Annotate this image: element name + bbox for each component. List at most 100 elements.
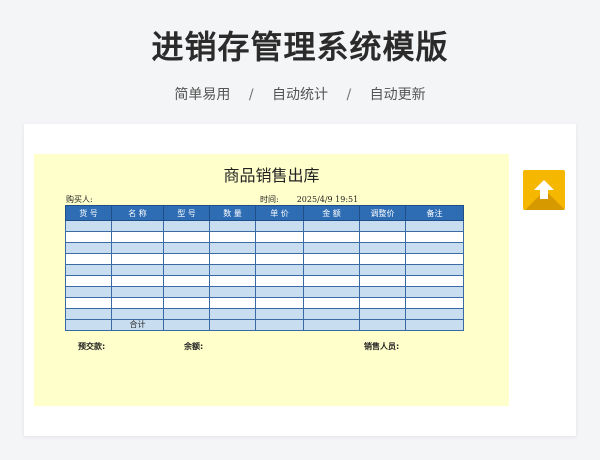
upload-button[interactable] <box>523 170 565 210</box>
table-body: 合计 <box>65 220 464 331</box>
table-cell <box>359 231 406 243</box>
table-cell <box>111 253 164 265</box>
table-row <box>65 286 464 298</box>
table-row <box>65 220 464 232</box>
col-amount: 金 额 <box>303 205 360 221</box>
table-cell <box>65 297 112 309</box>
table-cell <box>209 297 256 309</box>
table-cell <box>303 231 360 243</box>
table-cell <box>65 308 112 320</box>
table-cell <box>163 220 210 232</box>
table-header-row: 货 号 名 称 型 号 数 量 单 价 金 额 调整价 备注 <box>65 205 464 221</box>
table-cell <box>303 286 360 298</box>
sales-table: 货 号 名 称 型 号 数 量 单 价 金 额 调整价 备注 合计 <box>65 205 464 331</box>
time-field: 时间: 2025/4/9 19:51 <box>260 194 358 205</box>
spreadsheet-preview: 商品销售出库 购买人: 时间: 2025/4/9 19:51 货 号 名 称 型 … <box>34 154 509 406</box>
table-cell <box>209 275 256 287</box>
table-cell <box>163 242 210 254</box>
table-cell <box>303 297 360 309</box>
table-cell <box>303 308 360 320</box>
table-cell <box>209 308 256 320</box>
table-cell <box>405 242 464 254</box>
table-cell <box>405 308 464 320</box>
table-row <box>65 264 464 276</box>
feature-auto-update: 自动更新 <box>369 87 426 103</box>
table-cell <box>405 275 464 287</box>
table-cell <box>111 231 164 243</box>
table-cell <box>303 220 360 232</box>
table-cell <box>163 275 210 287</box>
col-name: 名 称 <box>111 205 164 221</box>
table-cell <box>359 308 406 320</box>
table-cell <box>359 253 406 265</box>
upload-arrow-icon <box>534 180 554 199</box>
col-quantity: 数 量 <box>209 205 256 221</box>
table-cell <box>405 220 464 232</box>
table-cell <box>359 242 406 254</box>
table-row <box>65 242 464 254</box>
table-cell <box>163 319 210 331</box>
total-label: 合计 <box>111 319 164 331</box>
table-cell <box>255 264 304 276</box>
table-cell <box>65 253 112 265</box>
table-cell <box>405 297 464 309</box>
time-value: 2025/4/9 19:51 <box>296 195 359 204</box>
table-cell <box>255 319 304 331</box>
table-cell <box>65 264 112 276</box>
table-row <box>65 253 464 265</box>
table-cell <box>65 220 112 232</box>
table-cell <box>255 231 304 243</box>
total-row: 合计 <box>65 319 464 331</box>
table-cell <box>359 220 406 232</box>
table-cell <box>255 220 304 232</box>
table-cell <box>209 231 256 243</box>
col-unit-price: 单 价 <box>255 205 304 221</box>
col-item-no: 货 号 <box>65 205 112 221</box>
table-cell <box>209 286 256 298</box>
table-cell <box>65 231 112 243</box>
table-cell <box>65 286 112 298</box>
feature-separator: / <box>346 87 352 103</box>
table-row <box>65 231 464 243</box>
feature-list: 简单易用 / 自动统计 / 自动更新 <box>0 84 600 104</box>
table-cell <box>255 242 304 254</box>
feature-auto-stats: 自动统计 <box>272 87 328 103</box>
deposit-label: 预交款: <box>78 342 106 351</box>
table-cell <box>111 264 164 276</box>
sheet-title: 商品销售出库 <box>223 166 320 185</box>
table-cell <box>65 319 112 331</box>
table-cell <box>303 319 360 331</box>
table-cell <box>209 220 256 232</box>
table-cell <box>255 286 304 298</box>
table-cell <box>359 286 406 298</box>
table-cell <box>209 319 256 331</box>
table-cell <box>163 253 210 265</box>
table-cell <box>303 275 360 287</box>
table-cell <box>255 308 304 320</box>
table-cell <box>65 242 112 254</box>
table-cell <box>163 308 210 320</box>
col-adjusted-price: 调整价 <box>359 205 406 221</box>
col-remarks: 备注 <box>405 205 464 221</box>
table-cell <box>163 286 210 298</box>
table-cell <box>209 242 256 254</box>
table-cell <box>303 253 360 265</box>
table-cell <box>303 264 360 276</box>
table-cell <box>359 264 406 276</box>
table-cell <box>65 275 112 287</box>
table-cell <box>111 297 164 309</box>
table-cell <box>163 297 210 309</box>
table-cell <box>111 286 164 298</box>
table-row <box>65 297 464 309</box>
table-cell <box>303 242 360 254</box>
table-cell <box>255 253 304 265</box>
table-cell <box>405 253 464 265</box>
table-cell <box>359 275 406 287</box>
table-cell <box>163 264 210 276</box>
salesperson-label: 销售人员: <box>364 342 400 351</box>
time-label: 时间: <box>260 195 279 204</box>
feature-easy: 简单易用 <box>174 87 231 103</box>
table-cell <box>111 275 164 287</box>
table-cell <box>405 231 464 243</box>
table-cell <box>255 275 304 287</box>
